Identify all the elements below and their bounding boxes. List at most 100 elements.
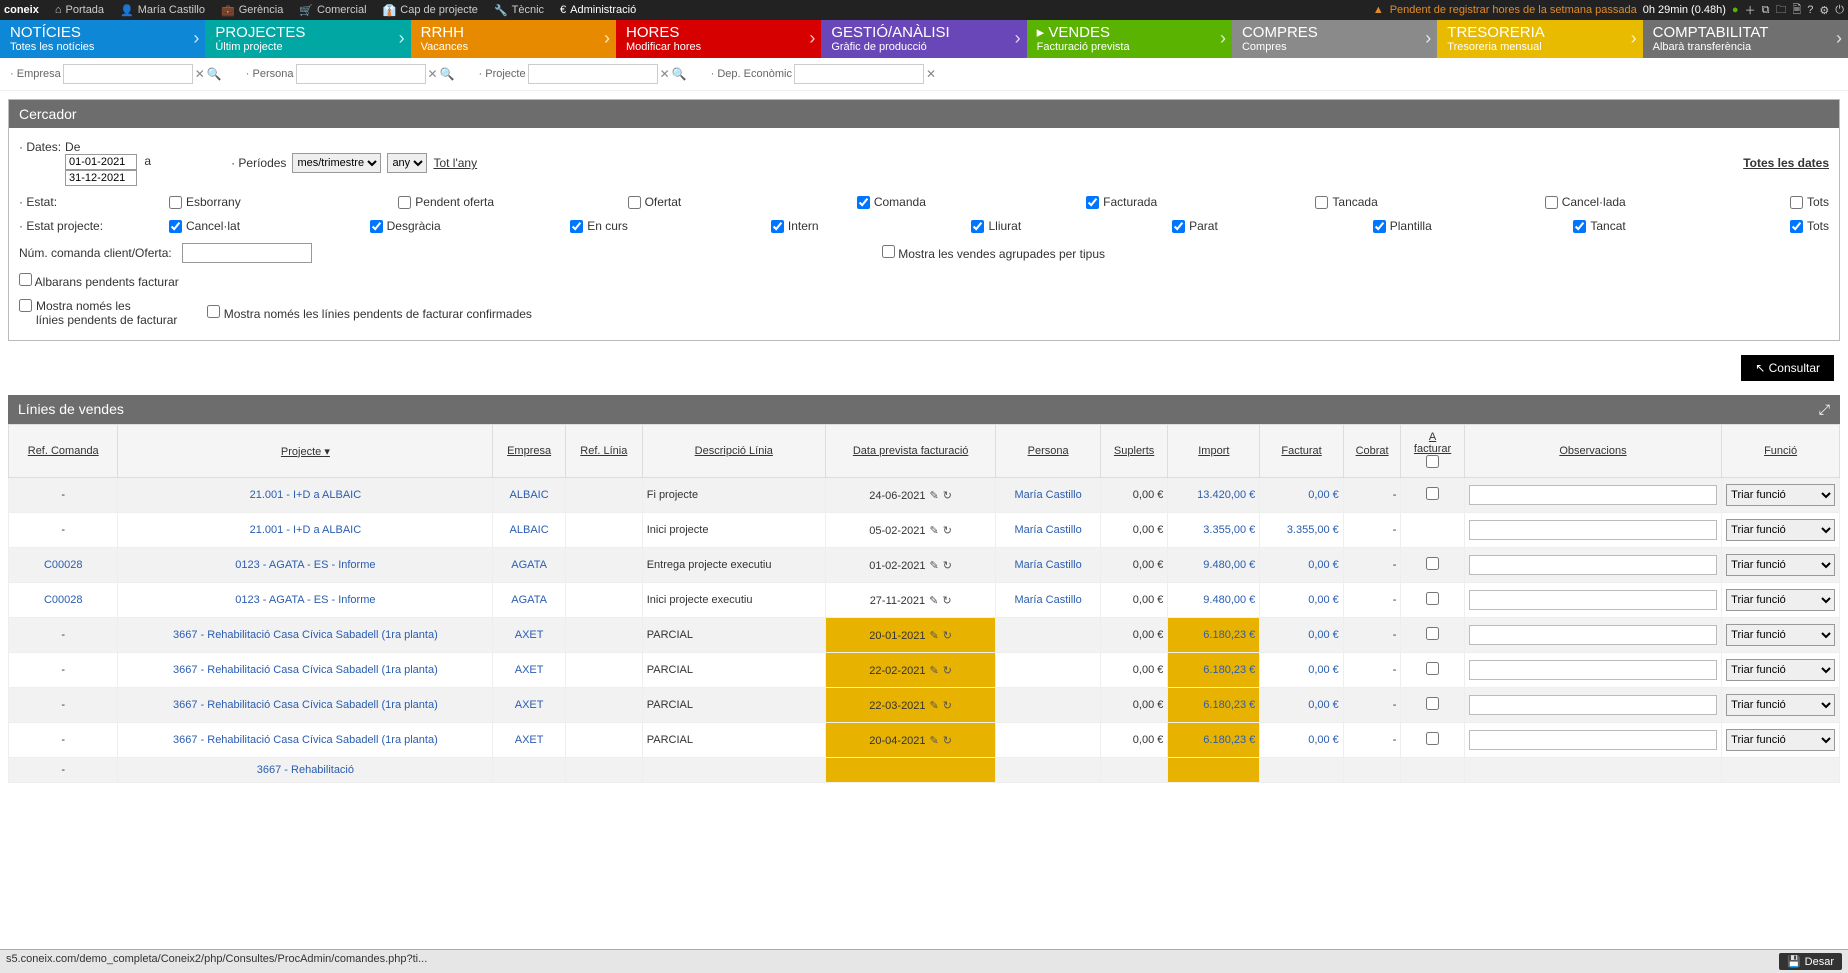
col-header[interactable]: Descripció Línia <box>642 425 825 478</box>
import-link[interactable]: 6.180,23 € <box>1203 629 1255 641</box>
col-header[interactable]: Suplerts <box>1100 425 1168 478</box>
check-parat[interactable]: Parat <box>1172 219 1369 233</box>
albarans-pendents[interactable]: Albarans pendents facturar <box>19 273 179 289</box>
facturat-link[interactable]: 0,00 € <box>1308 699 1339 711</box>
edit-icon[interactable]: ✎ <box>930 629 939 642</box>
empresa-link[interactable]: AGATA <box>511 559 547 571</box>
nav-tab-rrhh[interactable]: RRHHVacances› <box>411 20 616 58</box>
row-checkbox[interactable] <box>1426 697 1439 710</box>
select-all-checkbox[interactable] <box>1426 455 1439 468</box>
edit-icon[interactable]: ✎ <box>930 489 939 502</box>
gear-icon[interactable]: ⚙ <box>1819 4 1829 17</box>
row-checkbox[interactable] <box>1426 557 1439 570</box>
nav-tab-hores[interactable]: HORESModificar hores› <box>616 20 821 58</box>
obs-input[interactable] <box>1469 555 1717 575</box>
funcio-select[interactable]: Triar funció <box>1726 589 1835 611</box>
folder-icon[interactable]: 🗀 <box>1775 1 1786 20</box>
check-comanda[interactable]: Comanda <box>857 195 1082 209</box>
import-link[interactable]: 3.355,00 € <box>1203 524 1255 536</box>
import-link[interactable]: 6.180,23 € <box>1203 734 1255 746</box>
facturat-link[interactable]: 0,00 € <box>1308 559 1339 571</box>
checkbox[interactable] <box>1573 220 1586 233</box>
empresa-link[interactable]: AXET <box>515 664 544 676</box>
check-desgràcia[interactable]: Desgràcia <box>370 219 567 233</box>
checkbox[interactable] <box>1315 196 1328 209</box>
project-link[interactable]: 0123 - AGATA - ES - Informe <box>235 559 375 571</box>
checkbox[interactable] <box>370 220 383 233</box>
desar-button[interactable]: 💾 Desar <box>1779 953 1842 970</box>
mostra-conf-checkbox[interactable] <box>207 305 220 318</box>
history-icon[interactable]: ↻ <box>943 699 952 712</box>
mostra-conf[interactable]: Mostra només les línies pendents de fact… <box>207 305 532 321</box>
record-icon[interactable]: ● <box>1732 4 1739 16</box>
obs-input[interactable] <box>1469 590 1717 610</box>
edit-icon[interactable]: ✎ <box>930 524 939 537</box>
col-header[interactable]: Projecte ▾ <box>118 425 493 478</box>
plus-icon[interactable]: ＋ <box>1745 2 1756 18</box>
checkbox[interactable] <box>1545 196 1558 209</box>
history-icon[interactable]: ↻ <box>943 559 952 572</box>
clear-icon[interactable]: ✕ <box>195 67 205 81</box>
date-to-input[interactable] <box>65 170 137 186</box>
clear-icon[interactable]: ✕ <box>926 67 936 81</box>
obs-input[interactable] <box>1469 485 1717 505</box>
nav-tab-notcies[interactable]: NOTÍCIESTotes les notícies› <box>0 20 205 58</box>
check-pendent oferta[interactable]: Pendent oferta <box>398 195 623 209</box>
empresa-link[interactable]: AXET <box>515 629 544 641</box>
import-link[interactable]: 13.420,00 € <box>1197 489 1255 501</box>
edit-icon[interactable]: ✎ <box>930 559 939 572</box>
albarans-checkbox[interactable] <box>19 273 32 286</box>
col-header[interactable]: Funció <box>1722 425 1840 478</box>
check-cancel·lat[interactable]: Cancel·lat <box>169 219 366 233</box>
doc-icon[interactable]: 🗎 <box>1792 1 1801 20</box>
topbar-item-gerència[interactable]: 💼 Gerència <box>221 4 283 17</box>
row-checkbox[interactable] <box>1426 627 1439 640</box>
col-header[interactable]: Data prevista facturació <box>825 425 996 478</box>
help-icon[interactable]: ? <box>1807 4 1813 16</box>
checkbox[interactable] <box>971 220 984 233</box>
import-link[interactable]: 9.480,00 € <box>1203 559 1255 571</box>
empresa-link[interactable]: AXET <box>515 699 544 711</box>
funcio-select[interactable]: Triar funció <box>1726 659 1835 681</box>
check-facturada[interactable]: Facturada <box>1086 195 1311 209</box>
edit-icon[interactable]: ✎ <box>929 594 938 607</box>
nav-tab-vendes[interactable]: ▸ VENDESFacturació prevista› <box>1027 20 1232 58</box>
mostra-agrup[interactable]: Mostra les vendes agrupades per tipus <box>882 245 1105 261</box>
periode-select[interactable]: mes/trimestre <box>292 153 381 173</box>
empresa-link[interactable]: AGATA <box>511 594 547 606</box>
col-header[interactable]: Afacturar <box>1401 425 1464 478</box>
date-from-input[interactable] <box>65 154 137 170</box>
project-link[interactable]: 3667 - Rehabilitació <box>257 764 354 776</box>
empresa-link[interactable]: AXET <box>515 734 544 746</box>
nav-tab-tresoreria[interactable]: TRESORERIATresoreria mensual› <box>1437 20 1642 58</box>
nav-tab-projectes[interactable]: PROJECTESÚltim projecte› <box>205 20 410 58</box>
col-header[interactable]: Import <box>1168 425 1260 478</box>
obs-input[interactable] <box>1469 520 1717 540</box>
check-tancada[interactable]: Tancada <box>1315 195 1540 209</box>
filter-dep-input[interactable] <box>794 64 924 84</box>
filter-projecte-input[interactable] <box>528 64 658 84</box>
funcio-select[interactable]: Triar funció <box>1726 729 1835 751</box>
checkbox[interactable] <box>1172 220 1185 233</box>
row-checkbox[interactable] <box>1426 487 1439 500</box>
ref-link[interactable]: C00028 <box>44 559 83 571</box>
empresa-link[interactable]: ALBAIC <box>510 524 549 536</box>
import-link[interactable]: 9.480,00 € <box>1203 594 1255 606</box>
edit-icon[interactable]: ✎ <box>930 664 939 677</box>
project-link[interactable]: 3667 - Rehabilitació Casa Cívica Sabadel… <box>173 734 438 746</box>
clear-icon[interactable]: ✕ <box>660 67 670 81</box>
nav-tab-gestianlisi[interactable]: GESTIÓ/ANÀLISIGràfic de producció› <box>821 20 1026 58</box>
funcio-select[interactable]: Triar funció <box>1726 624 1835 646</box>
obs-input[interactable] <box>1469 695 1717 715</box>
check-esborrany[interactable]: Esborrany <box>169 195 394 209</box>
empresa-link[interactable]: ALBAIC <box>510 489 549 501</box>
mostra-nomes[interactable]: Mostra només les línies pendents de fact… <box>19 299 177 327</box>
project-link[interactable]: 21.001 - I+D a ALBAIC <box>250 524 362 536</box>
clear-icon[interactable]: ✕ <box>428 67 438 81</box>
expand-icon[interactable]: ⤢ <box>1819 401 1830 418</box>
obs-input[interactable] <box>1469 730 1717 750</box>
facturat-link[interactable]: 0,00 € <box>1308 664 1339 676</box>
consultar-button[interactable]: ↖ Consultar <box>1741 355 1834 381</box>
funcio-select[interactable]: Triar funció <box>1726 484 1835 506</box>
num-comanda-input[interactable] <box>182 243 312 263</box>
